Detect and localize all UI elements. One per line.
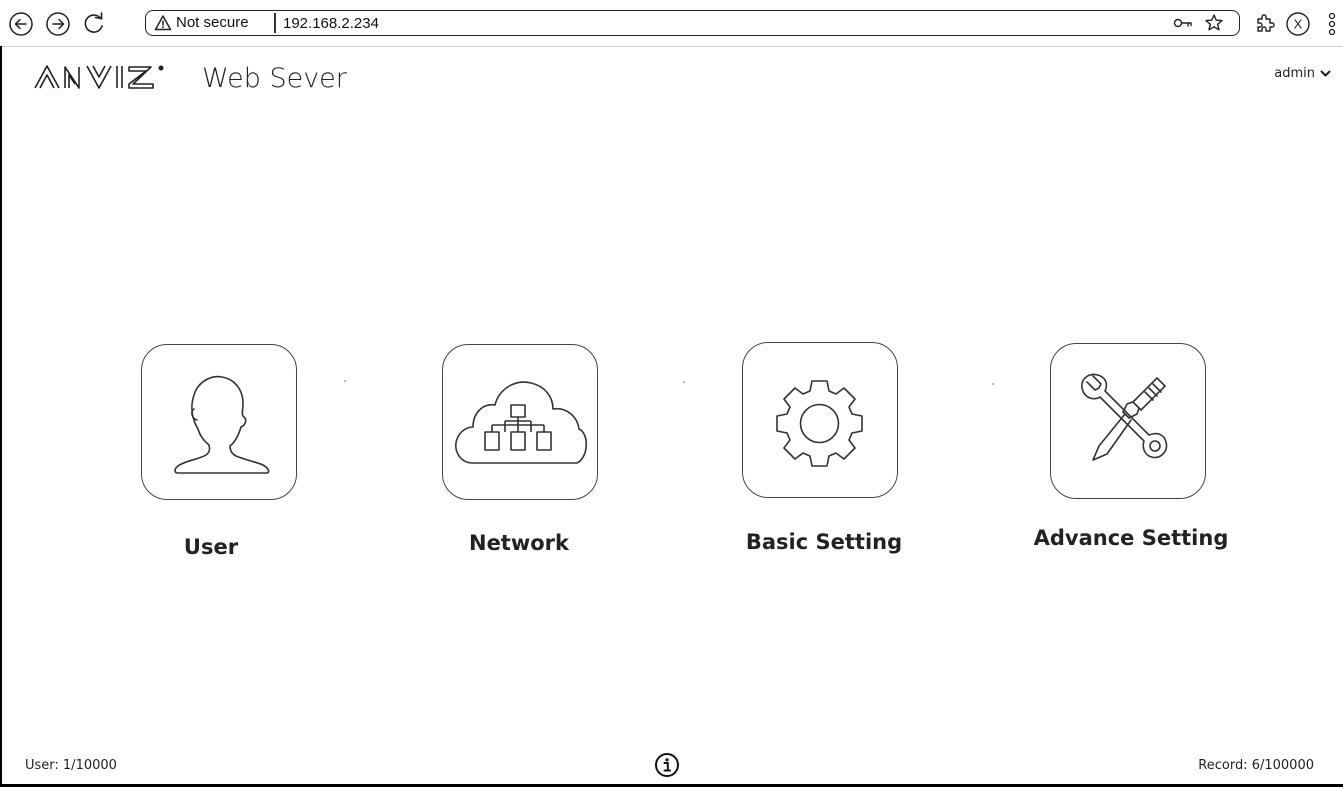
forward-button[interactable] [44,10,72,38]
tile-user-box[interactable] [141,344,297,500]
key-icon[interactable] [1171,14,1195,36]
security-status-label[interactable]: Not secure [176,14,249,31]
record-count: Record: 6/100000 [1198,758,1314,773]
back-button[interactable] [7,10,35,38]
url-text[interactable]: 192.168.2.234 [283,15,379,32]
forward-arrow-icon [46,12,70,36]
extensions-puzzle-icon[interactable] [1253,11,1277,39]
user-count: User: 1/10000 [25,758,117,773]
username-label: admin [1274,66,1315,81]
window-left-edge [0,46,2,787]
user-menu-dropdown[interactable]: admin [1274,66,1331,81]
tile-network-label[interactable]: Network [469,531,569,555]
browser-toolbar: Not secure 192.168.2.234 X [0,0,1343,47]
bookmark-star-icon[interactable] [1204,13,1224,37]
decorative-dot [683,381,685,383]
anviz-logo [33,62,193,96]
decorative-dot [344,380,346,382]
network-cloud-icon [455,381,588,464]
tools-icon [1081,373,1168,461]
tile-advance-setting-box[interactable] [1050,343,1206,499]
tile-basic-setting-label[interactable]: Basic Setting [746,530,902,554]
warning-triangle-icon [154,14,172,36]
reload-button[interactable] [80,10,108,38]
more-menu-icon[interactable] [1326,10,1338,42]
info-icon[interactable] [654,752,680,782]
user-icon [174,375,270,474]
extension-x-label: X [1294,17,1303,32]
reload-icon [84,12,103,33]
extension-x-button[interactable]: X [1285,11,1311,41]
app-title: Web Sever [202,63,347,94]
decorative-dot [992,383,994,385]
back-arrow-icon [9,12,33,36]
tile-user-label[interactable]: User [184,535,238,559]
address-separator [274,13,276,33]
tile-basic-setting-box[interactable] [742,342,898,498]
address-bar[interactable]: Not secure 192.168.2.234 [145,10,1240,36]
gear-icon [776,380,863,467]
tile-network-box[interactable] [442,344,598,500]
tile-advance-setting-label[interactable]: Advance Setting [1034,526,1229,550]
chevron-down-icon [1320,70,1331,76]
